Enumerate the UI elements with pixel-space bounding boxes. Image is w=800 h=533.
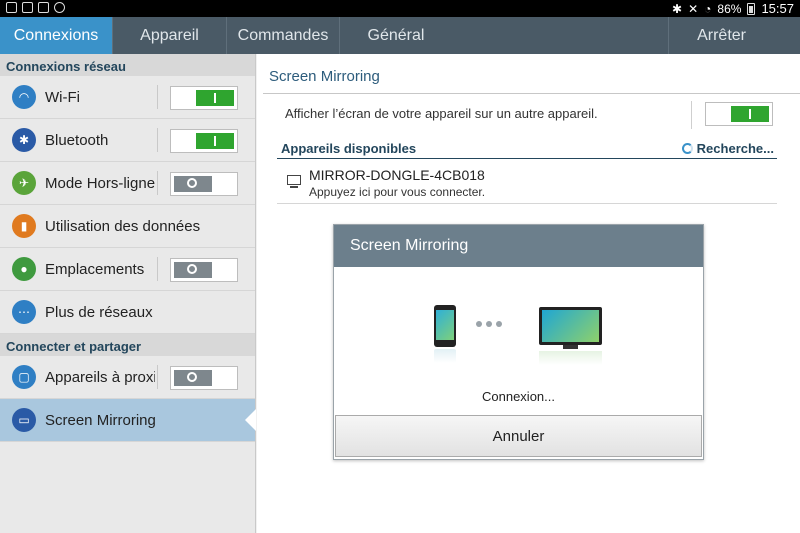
sidebar-item-location[interactable]: ● Emplacements — [0, 248, 255, 291]
cancel-button[interactable]: Annuler — [335, 415, 702, 457]
airplane-icon: ✈ — [12, 171, 36, 195]
clock: 15:57 — [761, 1, 794, 16]
sidebar-item-data-usage[interactable]: ▮ Utilisation des données — [0, 205, 255, 248]
nearby-devices-icon: ▢ — [12, 365, 36, 389]
flight-mode-toggle[interactable] — [170, 172, 238, 196]
connecting-dialog: Screen Mirroring Connexion... Annuler — [333, 224, 704, 460]
divider — [157, 365, 158, 389]
divider — [263, 93, 800, 94]
tv-screen — [542, 310, 599, 342]
divider — [277, 158, 777, 159]
dot — [496, 321, 502, 327]
divider — [691, 101, 692, 129]
monitor-icon — [287, 175, 301, 188]
location-icon: ● — [12, 257, 36, 281]
sidebar-item-wifi[interactable]: ◠ Wi-Fi — [0, 76, 255, 119]
toggle-knob — [731, 106, 769, 122]
toggle-knob — [196, 90, 234, 106]
location-toggle[interactable] — [170, 258, 238, 282]
toggle-knob — [174, 262, 212, 278]
toggle-knob — [196, 133, 234, 149]
sidebar-item-label: Appareils à proxi — [45, 368, 155, 386]
sidebar-item-label: Bluetooth — [45, 131, 109, 149]
sidebar-item-label: Mode Hors-ligne — [45, 174, 156, 192]
wifi-toggle[interactable] — [170, 86, 238, 110]
device-hint: Appuyez ici pour vous connecter. — [309, 185, 486, 199]
divider — [157, 257, 158, 281]
section-header-network: Connexions réseau — [0, 54, 255, 76]
sidebar-item-label: Wi-Fi — [45, 88, 80, 106]
page-title: Screen Mirroring — [269, 68, 380, 85]
dot — [476, 321, 482, 327]
connecting-dots-icon — [476, 321, 502, 327]
tv-stand — [563, 345, 578, 349]
nearby-devices-toggle[interactable] — [170, 366, 238, 390]
phone-screen — [436, 310, 454, 340]
tab-commandes[interactable]: Commandes — [227, 17, 339, 54]
settings-sidebar: Connexions réseau ◠ Wi-Fi ✱ Bluetooth ✈ … — [0, 54, 256, 533]
status-bar: ✱ ✕ ◔ 86% 15:57 — [0, 0, 800, 17]
battery-icon — [747, 2, 756, 15]
cancel-label: Annuler — [492, 427, 545, 445]
notification-icon — [6, 2, 17, 13]
tab-label: Commandes — [237, 26, 329, 44]
system-status: ✱ ✕ ◔ 86% 15:57 — [672, 1, 794, 16]
search-status-label: Recherche... — [696, 141, 774, 156]
screenshot-icon — [22, 2, 33, 13]
search-status: Recherche... — [681, 141, 774, 156]
data-usage-icon: ▮ — [12, 214, 36, 238]
tab-appareil[interactable]: Appareil — [113, 17, 226, 54]
divider — [157, 85, 158, 109]
dialog-body: Connexion... — [334, 267, 703, 409]
tab-label: Appareil — [140, 26, 199, 44]
sidebar-item-screen-mirroring[interactable]: ▭ Screen Mirroring — [0, 399, 256, 442]
stop-button[interactable]: Arrêter — [668, 17, 800, 54]
toggle-knob — [174, 176, 212, 192]
tv-reflection — [539, 351, 602, 365]
notification-icons — [6, 2, 65, 13]
sidebar-item-more-networks[interactable]: ⋯ Plus de réseaux — [0, 291, 255, 334]
wifi-icon: ◠ — [12, 85, 36, 109]
screen-mirroring-icon: ▭ — [12, 408, 36, 432]
stop-label: Arrêter — [697, 26, 746, 44]
sidebar-item-bluetooth[interactable]: ✱ Bluetooth — [0, 119, 255, 162]
bluetooth-status-icon: ✱ — [672, 1, 683, 16]
sidebar-item-flight-mode[interactable]: ✈ Mode Hors-ligne — [0, 162, 255, 205]
tab-general[interactable]: Général — [340, 17, 452, 54]
tv-icon — [539, 307, 602, 345]
spinner-icon — [681, 143, 693, 154]
tab-connexions[interactable]: Connexions — [0, 17, 112, 54]
tab-label: Connexions — [13, 26, 99, 44]
sidebar-item-label: Plus de réseaux — [45, 303, 153, 321]
dialog-title: Screen Mirroring — [334, 225, 703, 267]
wifi-status-icon: ◔ — [704, 1, 712, 16]
phone-reflection — [434, 349, 456, 363]
screen-mirroring-toggle[interactable] — [705, 102, 773, 126]
battery-percent: 86% — [717, 1, 742, 16]
bluetooth-icon: ✱ — [12, 128, 36, 152]
available-devices-header: Appareils disponibles — [281, 141, 417, 156]
phone-icon — [434, 305, 456, 347]
share-screen-description: Afficher l’écran de votre appareil sur u… — [285, 106, 598, 121]
mute-icon: ✕ — [688, 1, 699, 16]
sidebar-item-label: Utilisation des données — [45, 217, 201, 235]
more-networks-icon: ⋯ — [12, 300, 36, 324]
image-icon — [38, 2, 49, 13]
toggle-knob — [174, 370, 212, 386]
settings-tab-bar: Connexions Appareil Commandes Général Ar… — [0, 17, 800, 54]
dot — [486, 321, 492, 327]
device-name: MIRROR-DONGLE-4CB018 — [309, 167, 485, 183]
divider — [157, 171, 158, 195]
sidebar-item-nearby-devices[interactable]: ▢ Appareils à proxi — [0, 356, 255, 399]
section-header-share: Connecter et partager — [0, 334, 255, 356]
divider — [157, 128, 158, 152]
sidebar-item-label: Screen Mirroring — [45, 411, 156, 429]
connecting-status: Connexion... — [482, 389, 555, 404]
sidebar-item-label: Emplacements — [45, 260, 145, 278]
bluetooth-toggle[interactable] — [170, 129, 238, 153]
device-list-item[interactable]: MIRROR-DONGLE-4CB018 Appuyez ici pour vo… — [277, 160, 777, 204]
blocked-icon — [54, 2, 65, 13]
tab-label: Général — [367, 26, 425, 44]
